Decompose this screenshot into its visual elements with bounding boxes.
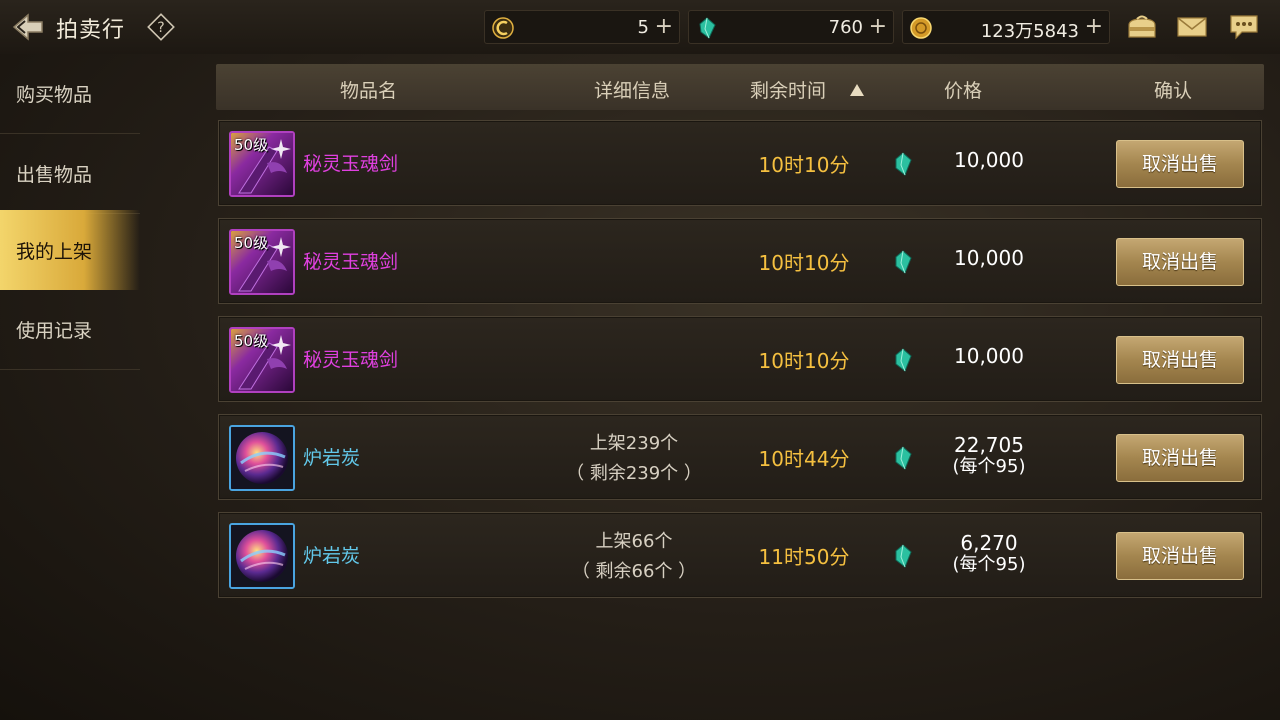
item-name: 炉岩炭: [303, 545, 361, 567]
item-icon[interactable]: [229, 425, 295, 491]
add-currency-button[interactable]: +: [869, 14, 887, 39]
remaining-time: 10时10分: [758, 349, 850, 373]
chat-icon[interactable]: [1226, 10, 1262, 44]
price-total: 10,000: [954, 344, 1024, 368]
currency-gem: 760 +: [688, 10, 894, 44]
orb-icon: [231, 525, 293, 587]
sidebar: 购买物品 出售物品 我的上架 使用记录: [0, 54, 140, 374]
table-row: 炉岩炭 上架239个 （ 剩余239个 ） 10时44分 22,705 (每个9…: [218, 414, 1262, 500]
item-icon[interactable]: [229, 523, 295, 589]
green-gem-icon: [695, 16, 719, 40]
green-gem-icon: [891, 249, 915, 275]
header-detail: 详细信息: [594, 80, 671, 102]
item-detail: 上架66个 （ 剩余66个 ）: [519, 527, 749, 587]
green-gem-icon: [891, 347, 915, 373]
currency-gold: 123万5843 +: [902, 10, 1110, 44]
detail-listed: 上架66个: [595, 531, 673, 552]
item-level: 50级: [234, 136, 269, 154]
help-diamond-icon[interactable]: ?: [146, 12, 176, 42]
sidebar-item-my-listings[interactable]: 我的上架: [0, 210, 140, 290]
price-total: 6,270: [960, 531, 1018, 555]
top-bar: 拍卖行 ? 5 + 760 + 123万5843 +: [0, 0, 1280, 54]
price-total: 22,705: [954, 433, 1024, 457]
table-row: 50级 秘灵玉魂剑 10时10分 10,000 取消出售: [218, 316, 1262, 402]
remaining-time: 10时10分: [758, 251, 850, 275]
currency-value: 760: [828, 17, 863, 38]
item-level: 50级: [234, 332, 269, 350]
cancel-sale-button[interactable]: 取消出售: [1116, 532, 1244, 580]
price-per-unit: (每个95): [952, 456, 1026, 477]
currency-value: 5: [637, 17, 649, 38]
table-row: 炉岩炭 上架66个 （ 剩余66个 ） 11时50分 6,270 (每个95) …: [218, 512, 1262, 598]
detail-remaining: （ 剩余239个 ）: [566, 463, 702, 484]
item-icon[interactable]: 50级: [229, 131, 295, 197]
cancel-sale-button[interactable]: 取消出售: [1116, 140, 1244, 188]
header-name: 物品名: [340, 80, 398, 102]
header-time[interactable]: 剩余时间: [750, 76, 826, 103]
green-gem-icon: [891, 543, 915, 569]
item-detail: 上架239个 （ 剩余239个 ）: [519, 429, 749, 489]
table-row: 50级 秘灵玉魂剑 10时10分 10,000 取消出售: [218, 218, 1262, 304]
cancel-sale-button[interactable]: 取消出售: [1116, 238, 1244, 286]
back-arrow-icon[interactable]: [10, 10, 46, 44]
green-gem-icon: [891, 445, 915, 471]
bag-icon[interactable]: [1124, 10, 1160, 44]
header-price: 价格: [944, 80, 983, 102]
mail-icon[interactable]: [1174, 10, 1210, 44]
price: 6,270 (每个95): [919, 532, 1059, 576]
price-per-unit: (每个95): [952, 554, 1026, 575]
cancel-sale-button[interactable]: 取消出售: [1116, 336, 1244, 384]
sort-ascending-icon[interactable]: [850, 81, 864, 96]
item-icon[interactable]: 50级: [229, 327, 295, 393]
currency-c-coin: 5 +: [484, 10, 680, 44]
sidebar-item-sell[interactable]: 出售物品: [0, 134, 140, 214]
green-gem-icon: [891, 151, 915, 177]
price: 22,705 (每个95): [919, 434, 1059, 478]
table-row: 50级 秘灵玉魂剑 10时10分 10,000 取消出售: [218, 120, 1262, 206]
price-total: 10,000: [954, 148, 1024, 172]
item-name: 炉岩炭: [303, 447, 361, 469]
table-header: 物品名 详细信息 剩余时间 价格 确认: [216, 64, 1264, 110]
detail-listed: 上架239个: [589, 433, 679, 454]
remaining-time: 11时50分: [758, 545, 850, 569]
crescent-coin-icon: [491, 16, 515, 40]
item-name: 秘灵玉魂剑: [303, 251, 399, 273]
price: 10,000: [919, 247, 1059, 269]
sidebar-item-history[interactable]: 使用记录: [0, 290, 140, 370]
item-name: 秘灵玉魂剑: [303, 153, 399, 175]
cancel-sale-button[interactable]: 取消出售: [1116, 434, 1244, 482]
price: 10,000: [919, 149, 1059, 171]
remaining-time: 10时44分: [758, 447, 850, 471]
header-confirm: 确认: [1154, 80, 1193, 102]
item-icon[interactable]: 50级: [229, 229, 295, 295]
price: 10,000: [919, 345, 1059, 367]
add-currency-button[interactable]: +: [1085, 14, 1103, 39]
gold-coin-icon: [909, 16, 933, 40]
page-title: 拍卖行: [56, 18, 126, 43]
currency-value: 123万5843: [980, 21, 1079, 42]
item-level: 50级: [234, 234, 269, 252]
price-total: 10,000: [954, 246, 1024, 270]
remaining-time: 10时10分: [758, 153, 850, 177]
sidebar-item-buy[interactable]: 购买物品: [0, 54, 140, 134]
item-name: 秘灵玉魂剑: [303, 349, 399, 371]
svg-text:?: ?: [157, 20, 164, 36]
add-currency-button[interactable]: +: [655, 14, 673, 39]
detail-remaining: （ 剩余66个 ）: [571, 561, 697, 582]
orb-icon: [231, 427, 293, 489]
